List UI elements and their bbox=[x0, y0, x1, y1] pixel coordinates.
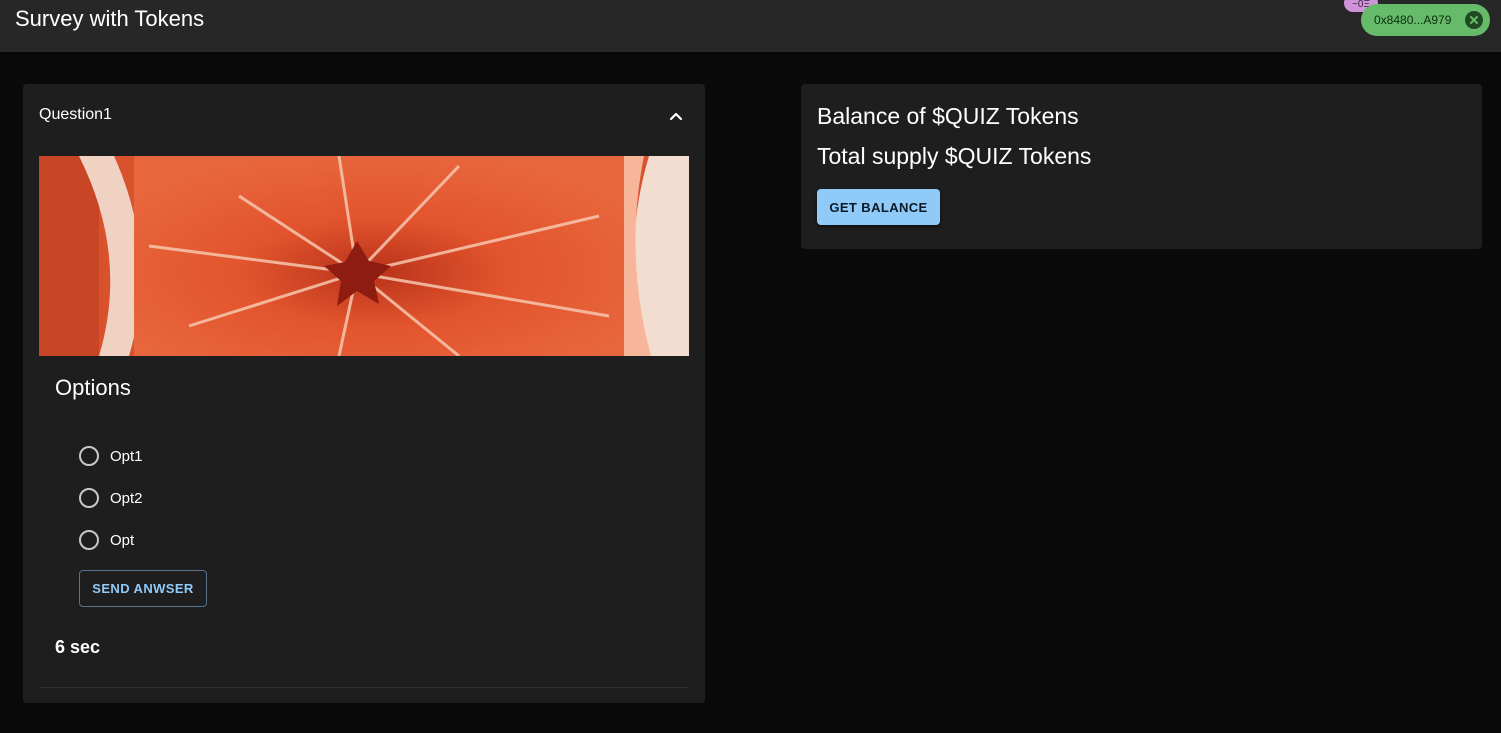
options-title: Options bbox=[55, 375, 131, 400]
divider bbox=[39, 687, 689, 688]
chevron-up-icon[interactable] bbox=[667, 108, 685, 126]
balance-label: Balance of $QUIZ Tokens bbox=[817, 103, 1079, 129]
option-label: Opt2 bbox=[110, 489, 143, 507]
option-2[interactable]: Opt2 bbox=[79, 487, 143, 509]
get-balance-button[interactable]: GET BALANCE bbox=[817, 189, 940, 225]
send-answer-button[interactable]: SEND ANWSER bbox=[79, 570, 207, 607]
account-chip[interactable]: 0x8480...A979 bbox=[1361, 4, 1490, 36]
token-card: Balance of $QUIZ Tokens Total supply $QU… bbox=[801, 84, 1482, 249]
total-supply-label: Total supply $QUIZ Tokens bbox=[817, 143, 1092, 169]
app-bar: Survey with Tokens ~0Ξ 0x8480...A979 bbox=[0, 0, 1501, 52]
question-card: Question1 Options Opt1 Opt2 Opt SEND ANW… bbox=[23, 84, 705, 703]
account-address: 0x8480...A979 bbox=[1374, 13, 1452, 27]
app-title: Survey with Tokens bbox=[15, 6, 205, 31]
question-image bbox=[39, 156, 689, 356]
radio-icon[interactable] bbox=[79, 446, 99, 466]
disconnect-icon[interactable] bbox=[1465, 11, 1483, 29]
option-1[interactable]: Opt1 bbox=[79, 445, 143, 467]
countdown-timer: 6 sec bbox=[55, 637, 101, 657]
radio-icon[interactable] bbox=[79, 488, 99, 508]
radio-icon[interactable] bbox=[79, 530, 99, 550]
option-label: Opt bbox=[110, 531, 135, 549]
question-title[interactable]: Question1 bbox=[39, 106, 112, 124]
option-label: Opt1 bbox=[110, 447, 143, 465]
option-3[interactable]: Opt bbox=[79, 529, 134, 551]
